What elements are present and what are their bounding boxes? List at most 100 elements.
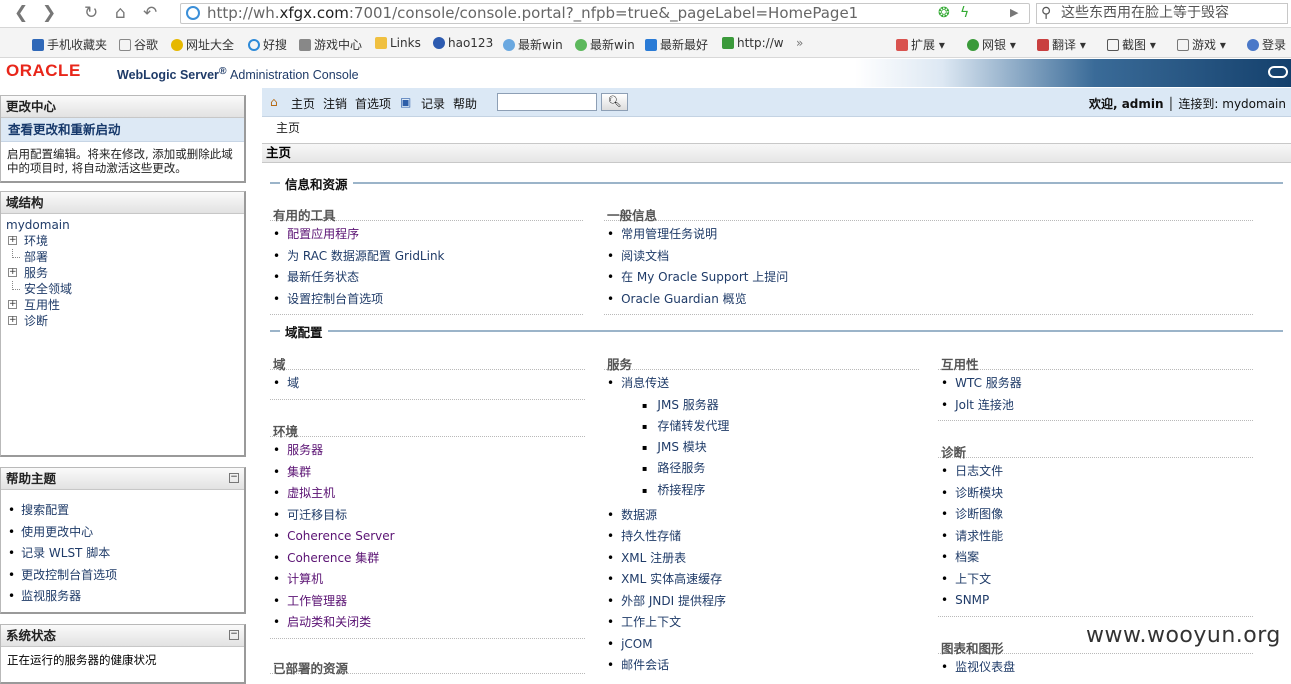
service-link[interactable]: jCOM (607, 634, 919, 656)
breadcrumb[interactable]: 主页 (276, 119, 300, 136)
bookmark-item[interactable]: 最新最好 (645, 36, 708, 53)
env-link[interactable]: 可迁移目标 (273, 505, 585, 527)
speed-icon[interactable]: ϟ (960, 3, 969, 23)
diag-link[interactable]: 上下文 (941, 569, 1253, 591)
home-icon[interactable]: ⌂ (115, 3, 126, 23)
record-link[interactable]: 记录 (421, 95, 445, 112)
info-link[interactable]: Oracle Guardian 概览 (607, 289, 1253, 311)
tree-node-environment[interactable]: + 环境 (6, 233, 244, 249)
domain-link[interactable]: 域 (273, 373, 585, 395)
collapse-icon[interactable]: − (229, 473, 239, 483)
expand-icon[interactable]: + (8, 300, 17, 309)
bookmark-item[interactable]: 最新win (503, 36, 563, 53)
bookmark-item[interactable]: 最新win (575, 36, 635, 53)
tool-item[interactable]: 网银 ▾ (967, 36, 1016, 53)
help-link[interactable]: 监视服务器 (8, 586, 244, 608)
service-sub-link[interactable]: JMS 服务器 (607, 395, 919, 416)
collapse-icon[interactable]: − (229, 630, 239, 640)
service-sub-link[interactable]: 路径服务 (607, 458, 919, 479)
tool-item[interactable]: 登录 (1247, 36, 1286, 53)
interop-link[interactable]: WTC 服务器 (941, 373, 1253, 395)
tree-node-interop[interactable]: + 互用性 (6, 297, 244, 313)
forward-icon[interactable]: ❯ (42, 3, 56, 23)
service-link[interactable]: XML 注册表 (607, 548, 919, 570)
help-link[interactable]: 使用更改中心 (8, 522, 244, 544)
expand-icon[interactable]: + (8, 316, 17, 325)
service-sub-link[interactable]: 存储转发代理 (607, 416, 919, 437)
service-link[interactable]: 外部 JNDI 提供程序 (607, 591, 919, 613)
help-link[interactable]: 更改控制台首选项 (8, 565, 244, 587)
diag-link[interactable]: SNMP (941, 590, 1253, 612)
expand-icon[interactable]: + (8, 268, 17, 277)
site-icon (433, 37, 445, 49)
env-link[interactable]: 虚拟主机 (273, 483, 585, 505)
expand-icon[interactable]: + (8, 236, 17, 245)
diag-link[interactable]: 日志文件 (941, 461, 1253, 483)
bookmark-item[interactable]: http://w (722, 36, 784, 50)
bookmark-item[interactable]: 好搜 (248, 36, 287, 53)
more-icon[interactable]: » (796, 36, 803, 50)
diag-link[interactable]: 请求性能 (941, 526, 1253, 548)
service-sub-link[interactable]: JMS 模块 (607, 437, 919, 458)
tool-link[interactable]: 配置应用程序 (273, 224, 583, 246)
env-link[interactable]: 集群 (273, 462, 585, 484)
tool-link[interactable]: 设置控制台首选项 (273, 289, 583, 311)
bookmark-item[interactable]: 网址大全 (171, 36, 234, 53)
help-link[interactable]: 搜索配置 (8, 500, 244, 522)
interop-link[interactable]: Jolt 连接池 (941, 395, 1253, 417)
search-input[interactable]: ⚲ 这些东西用在脸上等于毁容 (1036, 3, 1288, 24)
env-link[interactable]: 计算机 (273, 569, 585, 591)
service-link[interactable]: XML 实体高速缓存 (607, 569, 919, 591)
bookmark-item[interactable]: 手机收藏夹 (32, 36, 107, 53)
service-sub-link[interactable]: 桥接程序 (607, 480, 919, 505)
service-link[interactable]: 数据源 (607, 505, 919, 527)
home-link[interactable]: 主页 (291, 95, 315, 112)
go-icon[interactable]: ▶ (1010, 3, 1018, 23)
preferences-link[interactable]: 首选项 (355, 95, 391, 112)
bookmark-item[interactable]: 游戏中心 (299, 36, 362, 53)
help-link[interactable]: 记录 WLST 脚本 (8, 543, 244, 565)
bookmark-item[interactable]: 谷歌 (119, 36, 158, 53)
tree-node-services[interactable]: + 服务 (6, 265, 244, 281)
service-link[interactable]: 持久性存储 (607, 526, 919, 548)
bookmarks-bar: 手机收藏夹 谷歌 网址大全 好搜 游戏中心 Links hao123 最新win… (0, 28, 1291, 58)
search-icon: 🔍︎ (607, 95, 622, 108)
info-link[interactable]: 常用管理任务说明 (607, 224, 1253, 246)
url-input[interactable]: http://wh.xfgx.com:7001/console/console.… (180, 3, 1030, 24)
tree-node-deployments[interactable]: 部署 (6, 249, 244, 265)
bookmark-item[interactable]: Links (375, 36, 421, 50)
tool-item[interactable]: 扩展 ▾ (896, 36, 945, 53)
tree-root-mydomain[interactable]: mydomain (6, 217, 244, 233)
env-link[interactable]: Coherence 集群 (273, 548, 585, 570)
search-button[interactable]: 🔍︎ (601, 93, 628, 111)
tree-node-diagnostics[interactable]: + 诊断 (6, 313, 244, 329)
service-link[interactable]: 邮件会话 (607, 655, 919, 677)
undo-icon[interactable]: ↶ (143, 3, 157, 23)
env-link[interactable]: 工作管理器 (273, 591, 585, 613)
env-link[interactable]: Coherence Server (273, 526, 585, 548)
diag-link[interactable]: 档案 (941, 547, 1253, 569)
tool-item[interactable]: 截图 ▾ (1107, 36, 1156, 53)
refresh-icon[interactable]: ↻ (84, 3, 98, 23)
help-list: 搜索配置 使用更改中心 记录 WLST 脚本 更改控制台首选项 监视服务器 (1, 490, 244, 608)
service-link[interactable]: 消息传送 (607, 373, 919, 395)
tool-item[interactable]: 游戏 ▾ (1177, 36, 1226, 53)
service-link[interactable]: 工作上下文 (607, 612, 919, 634)
bookmark-item[interactable]: hao123 (433, 36, 493, 50)
console-search-input[interactable] (497, 93, 597, 111)
tool-item[interactable]: 翻译 ▾ (1037, 36, 1086, 53)
view-changes-link[interactable]: 查看更改和重新启动 (1, 118, 244, 142)
diag-link[interactable]: 诊断图像 (941, 504, 1253, 526)
logout-link[interactable]: 注销 (323, 95, 347, 112)
info-link[interactable]: 阅读文档 (607, 246, 1253, 268)
back-icon[interactable]: ❮ (14, 3, 28, 23)
info-link[interactable]: 在 My Oracle Support 上提问 (607, 267, 1253, 289)
tool-link[interactable]: 为 RAC 数据源配置 GridLink (273, 246, 583, 268)
env-link[interactable]: 启动类和关闭类 (273, 612, 585, 634)
system-status-text: 正在运行的服务器的健康状况 (7, 653, 157, 667)
diag-link[interactable]: 诊断模块 (941, 483, 1253, 505)
tree-node-security[interactable]: 安全领域 (6, 281, 244, 297)
env-link[interactable]: 服务器 (273, 440, 585, 462)
help-link[interactable]: 帮助 (453, 95, 477, 112)
tool-link[interactable]: 最新任务状态 (273, 267, 583, 289)
